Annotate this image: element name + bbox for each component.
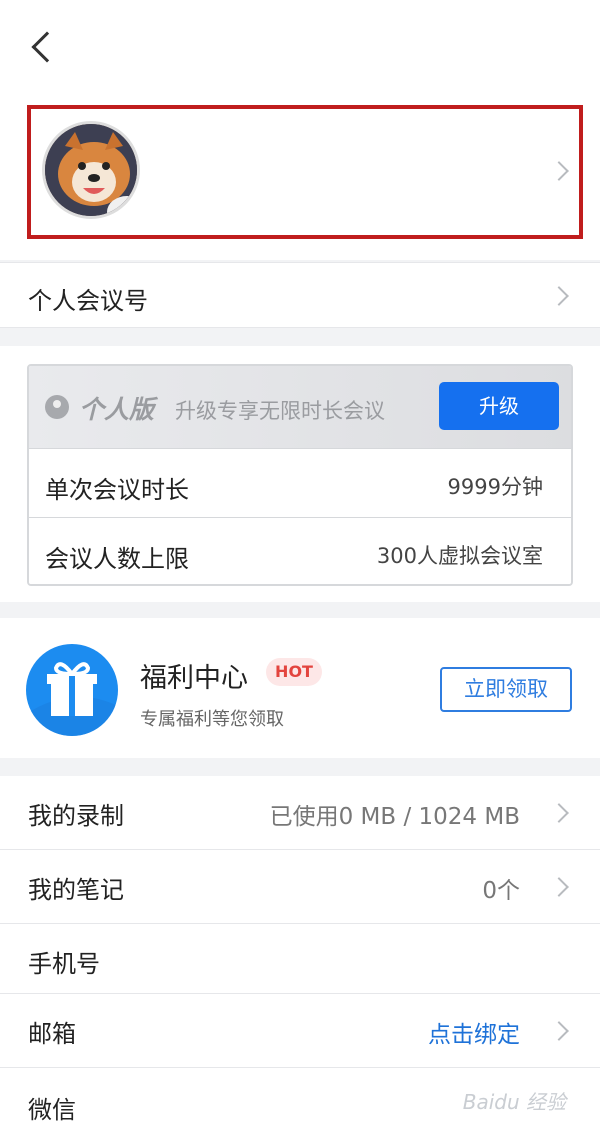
phone-label: 手机号 bbox=[28, 950, 100, 978]
notes-label: 我的笔记 bbox=[28, 876, 124, 904]
notes-value: 0个 bbox=[482, 878, 520, 904]
top-bar bbox=[0, 0, 600, 100]
plan-header: 个人版 升级专享无限时长会议 升级 bbox=[29, 366, 571, 448]
phone-row[interactable]: 手机号 bbox=[0, 924, 600, 994]
plan-card: 个人版 升级专享无限时长会议 升级 单次会议时长 9999分钟 会议人数上限 3… bbox=[27, 364, 573, 586]
welfare-title: 福利中心 bbox=[140, 663, 248, 694]
gift-icon bbox=[26, 644, 118, 736]
email-label: 邮箱 bbox=[28, 1020, 76, 1048]
recordings-value: 已使用0 MB / 1024 MB bbox=[269, 804, 520, 830]
plan-row-label: 单次会议时长 bbox=[45, 476, 189, 504]
upgrade-button[interactable]: 升级 bbox=[439, 382, 559, 430]
chevron-right-icon bbox=[549, 286, 569, 306]
welfare-subtitle: 专属福利等您领取 bbox=[140, 709, 284, 730]
plan-row-value: 9999分钟 bbox=[447, 475, 543, 499]
user-icon bbox=[45, 395, 69, 419]
chevron-right-icon bbox=[549, 803, 569, 823]
personal-meeting-id-row[interactable]: 个人会议号 bbox=[0, 262, 600, 328]
chevron-right-icon bbox=[549, 1021, 569, 1041]
wechat-label: 微信 bbox=[28, 1096, 76, 1124]
plan-row-label: 会议人数上限 bbox=[45, 545, 189, 573]
welfare-center-card[interactable]: 福利中心 HOT 专属福利等您领取 立即领取 bbox=[0, 618, 600, 758]
chevron-right-icon bbox=[549, 877, 569, 897]
plan-row: 单次会议时长 9999分钟 bbox=[29, 448, 571, 517]
recordings-row[interactable]: 我的录制 已使用0 MB / 1024 MB bbox=[0, 776, 600, 850]
claim-now-button[interactable]: 立即领取 bbox=[440, 667, 572, 712]
plan-promo: 升级专享无限时长会议 bbox=[175, 399, 385, 423]
plan-row: 会议人数上限 300人虚拟会议室 bbox=[29, 517, 571, 584]
recordings-label: 我的录制 bbox=[28, 802, 124, 830]
back-arrow-icon[interactable] bbox=[31, 31, 63, 63]
plan-section: 个人版 升级专享无限时长会议 升级 单次会议时长 9999分钟 会议人数上限 3… bbox=[0, 346, 600, 602]
notes-row[interactable]: 我的笔记 0个 bbox=[0, 850, 600, 924]
bind-email-link[interactable]: 点击绑定 bbox=[428, 1015, 520, 1049]
hot-badge: HOT bbox=[266, 658, 322, 686]
meeting-id-label: 个人会议号 bbox=[28, 287, 148, 315]
avatar[interactable] bbox=[42, 121, 140, 219]
watermark: Baidu 经验 bbox=[462, 1090, 566, 1114]
email-row[interactable]: 邮箱 点击绑定 bbox=[0, 994, 600, 1068]
profile-row[interactable] bbox=[0, 100, 600, 260]
plan-name: 个人版 bbox=[79, 395, 155, 424]
plan-row-value: 300人虚拟会议室 bbox=[376, 544, 543, 568]
